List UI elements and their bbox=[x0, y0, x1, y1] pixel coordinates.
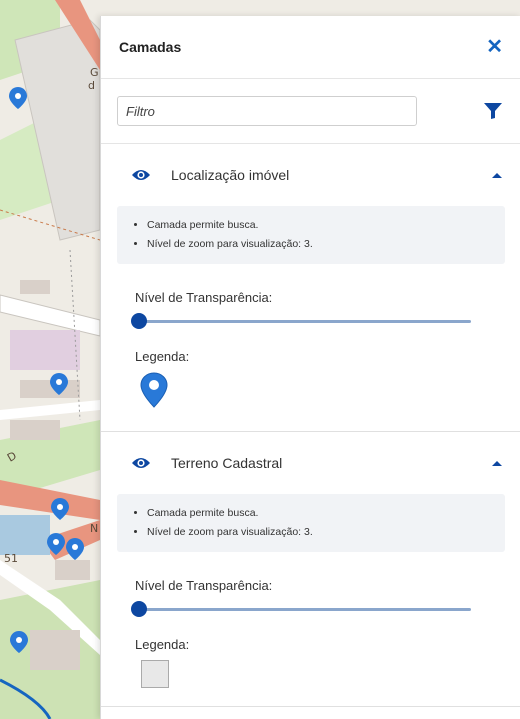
map-label: G bbox=[90, 66, 99, 79]
transparency-label: Nível de Transparência: bbox=[135, 290, 273, 305]
layer-localizacao-imovel: Localização imóvel Camada permite busca.… bbox=[101, 144, 520, 432]
building bbox=[30, 630, 80, 670]
eye-icon[interactable] bbox=[131, 456, 151, 470]
caret-up-icon[interactable] bbox=[491, 459, 503, 467]
map-label: N bbox=[90, 522, 98, 535]
close-icon[interactable]: ✕ bbox=[486, 37, 503, 57]
building bbox=[55, 560, 90, 580]
water bbox=[0, 515, 50, 555]
building bbox=[20, 280, 50, 294]
slider-track[interactable] bbox=[139, 320, 471, 323]
building bbox=[10, 420, 60, 440]
layer-name: Terreno Cadastral bbox=[171, 455, 283, 471]
layer-info: Camada permite busca. Nível de zoom para… bbox=[117, 206, 505, 264]
filter-row bbox=[101, 79, 520, 144]
info-item: Nível de zoom para visualização: 3. bbox=[147, 523, 493, 542]
funnel-icon[interactable] bbox=[483, 102, 503, 120]
legend-label: Legenda: bbox=[135, 637, 190, 652]
layer-header[interactable]: Terreno Cadastral bbox=[101, 432, 520, 494]
info-item: Camada permite busca. bbox=[147, 216, 493, 235]
caret-up-icon[interactable] bbox=[491, 171, 503, 179]
info-item: Camada permite busca. bbox=[147, 504, 493, 523]
gray-square-icon bbox=[141, 660, 169, 688]
layer-info: Camada permite busca. Nível de zoom para… bbox=[117, 494, 505, 552]
legend-label: Legenda: bbox=[135, 349, 190, 364]
slider-thumb[interactable] bbox=[131, 313, 147, 329]
layer-name: Localização imóvel bbox=[171, 167, 290, 183]
eye-icon[interactable] bbox=[131, 168, 151, 182]
layer-header[interactable]: Localização imóvel bbox=[101, 144, 520, 206]
info-item: Nível de zoom para visualização: 3. bbox=[147, 235, 493, 254]
building bbox=[20, 380, 80, 398]
layer-terreno-cadastral: Terreno Cadastral Camada permite busca. … bbox=[101, 432, 520, 707]
transparency-slider[interactable] bbox=[131, 313, 471, 329]
map-label: d bbox=[88, 79, 95, 92]
map-label: 51 bbox=[4, 552, 18, 565]
building bbox=[10, 330, 80, 370]
panel-header: Camadas ✕ bbox=[101, 16, 520, 79]
layers-panel: Camadas ✕ Localização imóvel Camada perm… bbox=[100, 16, 520, 719]
map-pin-icon bbox=[140, 372, 168, 408]
filter-input[interactable] bbox=[117, 96, 417, 126]
panel-title: Camadas bbox=[119, 39, 182, 55]
transparency-slider[interactable] bbox=[131, 601, 471, 617]
legend-marker bbox=[139, 372, 520, 413]
slider-thumb[interactable] bbox=[131, 601, 147, 617]
transparency-label: Nível de Transparência: bbox=[135, 578, 273, 593]
slider-track[interactable] bbox=[139, 608, 471, 611]
